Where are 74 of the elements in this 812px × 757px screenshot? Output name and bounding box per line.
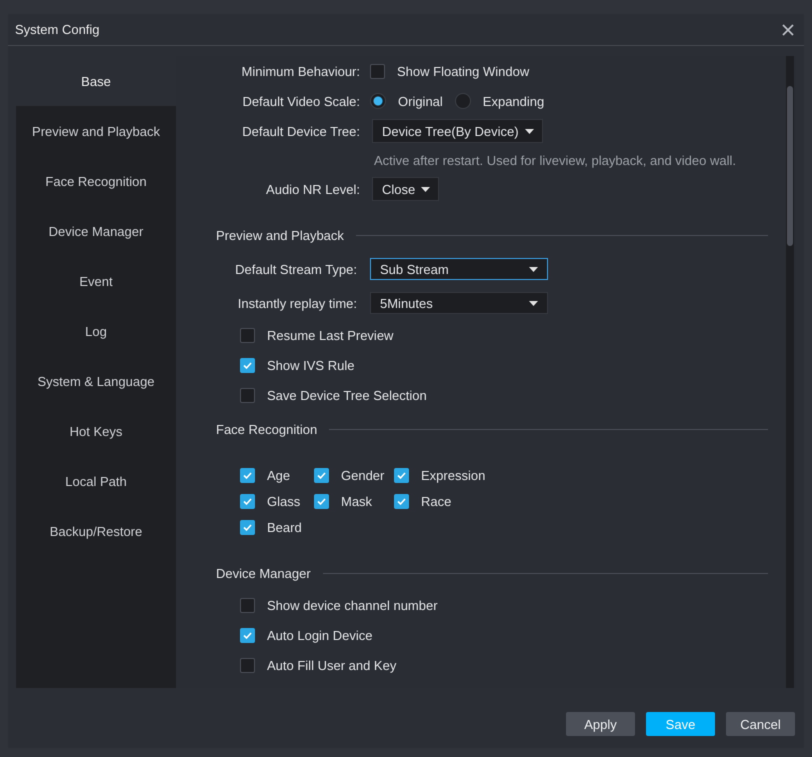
checkbox[interactable] xyxy=(314,494,329,508)
caret-icon xyxy=(421,186,430,192)
close-icon[interactable] xyxy=(782,24,794,36)
checkmark-icon xyxy=(316,470,327,480)
checkbox[interactable] xyxy=(240,628,255,642)
field-label: Default Device Tree: xyxy=(241,124,361,138)
radio-button[interactable] xyxy=(454,93,471,109)
caret-icon xyxy=(524,128,534,134)
dialog-button[interactable]: Apply xyxy=(566,712,635,736)
radio-label: Original xyxy=(398,94,443,108)
checkbox-label: Show IVS Rule xyxy=(267,358,354,372)
field-label: Audio NR Level: xyxy=(265,182,361,196)
checkbox[interactable] xyxy=(240,388,255,402)
checkbox[interactable] xyxy=(240,468,255,482)
section-title: Device Manager xyxy=(216,566,311,580)
checkbox-label: Save Device Tree Selection xyxy=(267,388,427,402)
checkbox-label: Show device channel number xyxy=(267,598,438,612)
caret-icon xyxy=(529,266,538,272)
sidebar-item[interactable]: Hot Keys xyxy=(16,406,176,456)
checkbox-label: Show Floating Window xyxy=(397,64,530,78)
dropdown[interactable]: Device Tree(By Device) xyxy=(372,119,543,143)
dropdown[interactable]: Sub Stream xyxy=(370,258,548,280)
sidebar-item[interactable]: Base xyxy=(16,56,176,106)
checkbox[interactable] xyxy=(240,520,255,534)
radio-label: Expanding xyxy=(482,94,544,108)
scrollbar-thumb[interactable] xyxy=(787,86,793,246)
hint-text: Active after restart. Used for liveview, playback, and video wall. xyxy=(374,152,736,168)
checkmark-icon xyxy=(242,360,253,370)
field-label: Instantly replay time: xyxy=(236,296,358,310)
checkbox-label: Race xyxy=(421,494,452,508)
checkbox[interactable] xyxy=(394,494,409,508)
field-label: Minimum Behaviour: xyxy=(240,64,361,78)
checkmark-icon xyxy=(242,522,253,532)
checkbox[interactable] xyxy=(370,64,385,78)
checkbox-label: Resume Last Preview xyxy=(267,328,394,342)
checkbox[interactable] xyxy=(240,658,255,672)
checkbox[interactable] xyxy=(240,328,255,342)
dropdown[interactable]: 5Minutes xyxy=(370,292,548,314)
checkmark-icon xyxy=(396,496,407,506)
sidebar-item[interactable]: Face Recognition xyxy=(16,156,176,206)
sidebar-item[interactable]: Log xyxy=(16,306,176,356)
checkmark-icon xyxy=(396,470,407,480)
checkbox[interactable] xyxy=(240,598,255,612)
checkmark-icon xyxy=(242,470,253,480)
checkbox-label: Glass xyxy=(267,494,300,508)
window-title: System Config xyxy=(15,22,100,37)
checkbox-label: Auto Fill User and Key xyxy=(267,658,396,672)
section-title: Preview and Playback xyxy=(216,228,344,242)
checkbox[interactable] xyxy=(314,468,329,482)
checkbox-label: Gender xyxy=(341,468,384,482)
sidebar-item[interactable]: Device Manager xyxy=(16,206,176,256)
sidebar-item[interactable]: Local Path xyxy=(16,456,176,506)
section-title: Face Recognition xyxy=(216,422,318,436)
checkbox-label: Age xyxy=(267,468,290,482)
checkbox[interactable] xyxy=(240,358,255,372)
field-label: Default Stream Type: xyxy=(234,262,358,276)
radio-button[interactable] xyxy=(370,93,386,109)
field-label: Default Video Scale: xyxy=(241,94,361,108)
checkbox-label: Expression xyxy=(421,468,486,482)
sidebar-item[interactable]: Event xyxy=(16,256,176,306)
checkbox-label: Beard xyxy=(267,520,302,534)
caret-icon xyxy=(529,300,538,306)
checkbox[interactable] xyxy=(394,468,409,482)
sidebar-item[interactable]: Preview and Playback xyxy=(16,106,176,156)
checkbox-label: Mask xyxy=(341,494,372,508)
checkbox-label: Auto Login Device xyxy=(267,628,373,642)
dropdown[interactable]: Close xyxy=(372,177,440,201)
sidebar-item[interactable]: System & Language xyxy=(16,356,176,406)
checkmark-icon xyxy=(316,496,327,506)
sidebar-item[interactable]: Backup/Restore xyxy=(16,506,176,556)
checkmark-icon xyxy=(242,496,253,506)
dialog-button[interactable]: Cancel xyxy=(726,712,795,736)
checkbox[interactable] xyxy=(240,494,255,508)
checkmark-icon xyxy=(242,630,253,640)
